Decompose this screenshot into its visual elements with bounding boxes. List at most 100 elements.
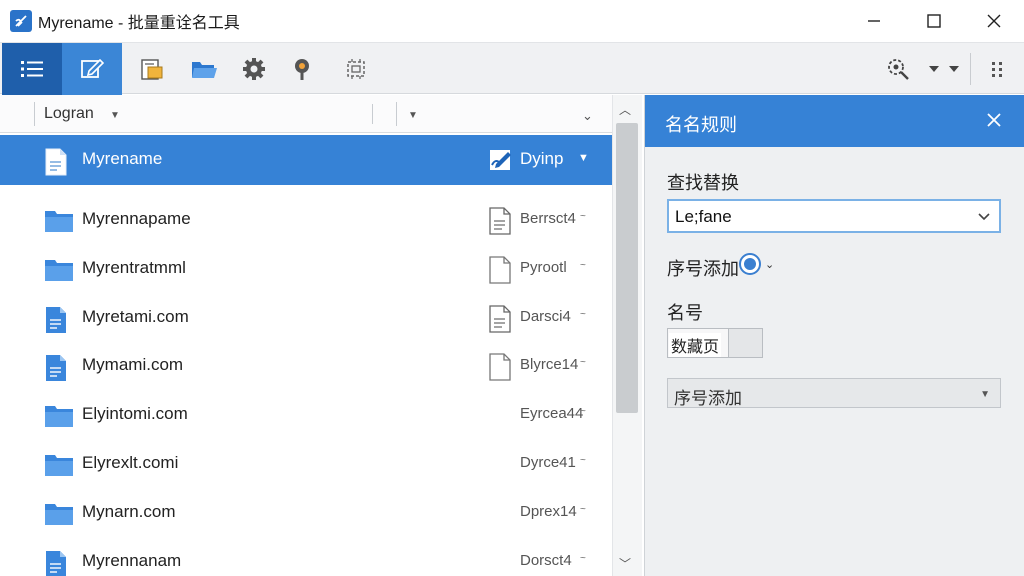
file-name: Elyrexlt.comi: [82, 453, 179, 472]
more-options-button[interactable]: [972, 43, 1022, 95]
list-view-button[interactable]: [2, 43, 62, 95]
type-dropdown-caret[interactable]: ~: [580, 357, 586, 368]
sequence-dropdown-caret[interactable]: ⌄: [765, 258, 774, 271]
table-row[interactable]: Myrennapame Berrsct4 ~: [0, 195, 612, 243]
folder-icon: [44, 452, 74, 483]
edit-icon: [81, 58, 105, 78]
file-type-icon: [488, 207, 512, 240]
panel-title: 名名规则: [665, 115, 737, 135]
column-separator: [396, 102, 397, 126]
minimize-button[interactable]: [844, 0, 904, 42]
column-header: Logran ▼ ▼ ⌄: [0, 95, 612, 133]
table-row[interactable]: Myrennanam Dorsct4 ~: [0, 537, 612, 576]
file-name: Mynarn.com: [82, 501, 176, 521]
caret-down-icon: [949, 66, 959, 72]
column-type-caret[interactable]: ▼: [408, 110, 418, 121]
find-replace-label: 查找替换: [667, 173, 739, 193]
file-type-icon: [488, 304, 512, 338]
table-row[interactable]: Mynarn.com Dprex14 ~: [0, 488, 612, 536]
edit-button[interactable]: [62, 43, 122, 95]
rename-rules-panel: 名名规则 查找替换 Le;fane 序号添加 ⌄ 名号 数藏页 序号添加 ▼: [644, 95, 1024, 576]
plugin-icon: [347, 59, 365, 79]
list-view-icon: [21, 61, 43, 77]
dropdown-button-2[interactable]: [936, 43, 972, 95]
file-type-label: Pyrootl: [520, 258, 567, 276]
document-icon: [44, 550, 68, 576]
plugin-button[interactable]: [328, 43, 384, 95]
table-row[interactable]: Myretami.com Darsci4 ~: [0, 293, 612, 341]
pin-button[interactable]: [274, 43, 330, 95]
minimize-icon: [868, 20, 880, 22]
toolbar-divider: [970, 53, 971, 85]
type-dropdown-caret[interactable]: ~: [580, 406, 586, 417]
vertical-scrollbar[interactable]: ︿ ﹀: [612, 95, 642, 576]
file-name: Myretami.com: [82, 306, 189, 326]
chevron-down-icon: [978, 213, 990, 221]
file-name: Myrennanam: [82, 550, 182, 570]
scroll-down-icon[interactable]: ﹀: [619, 555, 631, 572]
column-expand-chevron[interactable]: ⌄: [582, 108, 593, 124]
open-folder-button[interactable]: [176, 43, 232, 95]
file-list-pane: Logran ▼ ▼ ⌄ Myrename Dyinp ▼ Myrennapame Be…: [0, 95, 642, 576]
file-name: Mymami.com: [82, 355, 184, 375]
find-replace-combobox[interactable]: Le;fane: [667, 199, 1001, 233]
maximize-icon: [927, 14, 941, 28]
toolbar: [0, 42, 1024, 95]
file-type-label: Dyrce41: [520, 454, 576, 471]
column-title-name[interactable]: Logran: [44, 105, 94, 123]
type-dropdown-caret[interactable]: ~: [580, 504, 586, 515]
file-name: Elyintomi.com: [82, 404, 188, 424]
folder-icon: [44, 501, 74, 532]
document-folder-icon: [141, 59, 163, 80]
column-sort-caret[interactable]: ▼: [110, 110, 120, 121]
close-icon: [987, 14, 1001, 28]
file-type-label: Blyrce14: [520, 356, 579, 374]
table-row-selected[interactable]: Myrename Dyinp ▼: [0, 135, 612, 185]
type-dropdown-caret[interactable]: ~: [580, 211, 586, 222]
maximize-button[interactable]: [904, 0, 964, 42]
document-folder-button[interactable]: [124, 43, 180, 95]
more-icon: [992, 62, 1002, 77]
file-type-label: Dprex14: [520, 502, 577, 520]
settings-gear-icon: [243, 58, 265, 80]
file-type-icon: [488, 353, 512, 386]
open-folder-icon: [192, 62, 217, 78]
file-type-label: Darsci4: [520, 307, 571, 325]
type-dropdown-caret[interactable]: ~: [580, 309, 586, 320]
rename-type-icon: [488, 147, 514, 178]
sequence-label: 序号添加: [667, 259, 739, 279]
table-row[interactable]: Mymami.com Blyrce14 ~: [0, 341, 612, 389]
name-field-button[interactable]: [728, 329, 762, 357]
column-separator: [34, 102, 35, 126]
table-row[interactable]: Myrentratmml Pyrootl ~: [0, 244, 612, 292]
pin-icon: [295, 59, 309, 80]
name-field[interactable]: 数藏页: [667, 328, 763, 358]
panel-close-button[interactable]: [983, 109, 1005, 131]
file-type-label: Eyrcea44: [520, 405, 584, 423]
type-dropdown-caret[interactable]: ~: [580, 260, 586, 271]
title-bar: Myrename - 批量重诠名工具: [0, 0, 1024, 42]
type-dropdown-caret[interactable]: ▼: [578, 152, 589, 164]
type-dropdown-caret[interactable]: ~: [580, 553, 586, 564]
file-name: Myrennapame: [82, 209, 191, 228]
file-name: Myrename: [82, 149, 163, 168]
sequence-select[interactable]: 序号添加 ▼: [667, 378, 1001, 408]
folder-icon: [44, 403, 74, 434]
document-icon: [44, 354, 68, 387]
close-button[interactable]: [964, 0, 1024, 42]
scroll-thumb[interactable]: [616, 123, 638, 413]
sequence-select-value: 序号添加: [674, 389, 742, 408]
name-field-value: 数藏页: [669, 333, 722, 357]
document-icon: [44, 306, 68, 339]
sequence-radio[interactable]: [739, 253, 761, 275]
scroll-up-icon[interactable]: ︿: [619, 101, 631, 118]
close-icon: [987, 113, 1001, 127]
table-row[interactable]: Elyrexlt.comi Dyrce41 ~: [0, 439, 612, 487]
document-icon: [44, 148, 68, 181]
find-replace-value: Le;fane: [675, 207, 732, 226]
type-dropdown-caret[interactable]: ~: [580, 455, 586, 466]
app-logo-icon: [10, 10, 32, 32]
column-resize-handle[interactable]: [372, 104, 373, 124]
window-title: Myrename - 批量重诠名工具: [38, 15, 240, 32]
table-row[interactable]: Elyintomi.com Eyrcea44 ~: [0, 390, 612, 438]
